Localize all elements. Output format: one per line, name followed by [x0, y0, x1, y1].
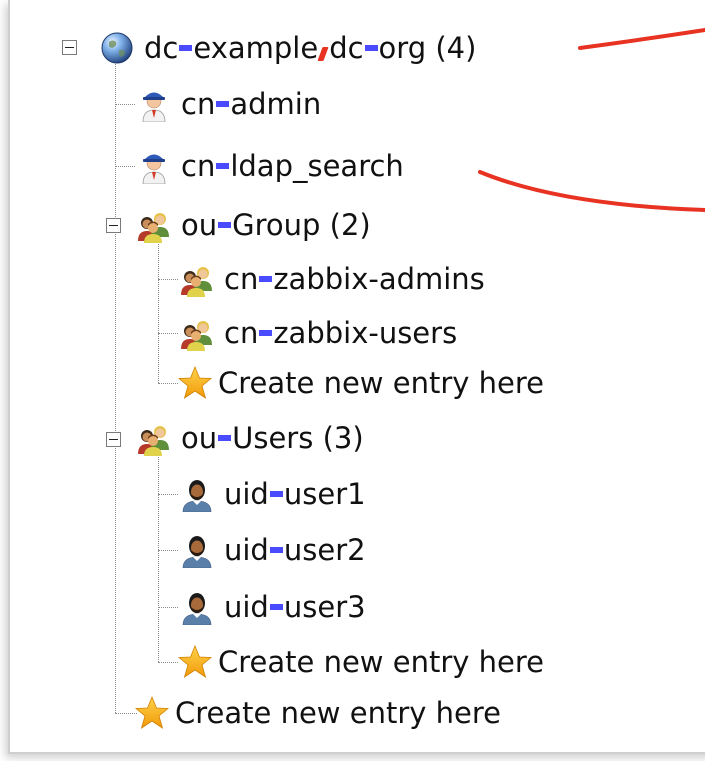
annotation-arrow-ldap-search: [478, 170, 705, 212]
annotation-overlay: [478, 28, 705, 212]
annotation-arrow-root: [578, 28, 705, 50]
